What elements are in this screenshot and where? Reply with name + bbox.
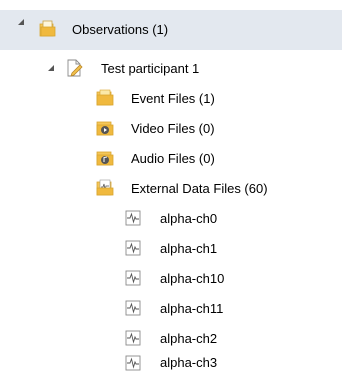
tree-node-data-file[interactable]: alpha-ch1 [0,233,342,263]
tree-node-data-file[interactable]: alpha-ch11 [0,293,342,323]
tree-node-participant[interactable]: Test participant 1 [0,53,342,83]
signal-file-icon [124,329,142,347]
tree-node-data-file[interactable]: alpha-ch0 [0,203,342,233]
tree-node-label: Video Files (0) [131,121,215,136]
audio-folder-icon [96,149,114,167]
signal-file-icon [124,209,142,227]
tree-node-event-files[interactable]: Event Files (1) [0,83,342,113]
signal-file-icon [124,299,142,317]
tree-node-label: alpha-ch0 [160,211,218,226]
tree-node-label: Event Files (1) [131,91,215,106]
collapse-triangle-icon[interactable] [17,18,25,26]
folder-icon [96,89,114,107]
tree-node-data-file[interactable]: alpha-ch10 [0,263,342,293]
tree-node-video-files[interactable]: Video Files (0) [0,113,342,143]
tree-node-label: alpha-ch2 [160,331,218,346]
tree-node-label: Observations (1) [72,22,169,37]
tree-node-label: Audio Files (0) [131,151,215,166]
tree-node-audio-files[interactable]: Audio Files (0) [0,143,342,173]
edit-document-icon [65,59,83,77]
observations-tree: Observations (1) Test participant 1 Even… [0,0,342,372]
signal-file-icon [124,239,142,257]
tree-node-observations[interactable]: Observations (1) [0,10,342,50]
tree-node-label: alpha-ch10 [160,271,225,286]
tree-node-label: alpha-ch11 [160,301,224,316]
signal-file-icon [124,269,142,287]
data-folder-icon [96,179,114,197]
tree-node-label: alpha-ch1 [160,241,218,256]
video-folder-icon [96,119,114,137]
signal-file-icon [124,354,142,372]
tree-node-label: Test participant 1 [101,61,200,76]
book-folder-icon [38,20,56,38]
tree-node-label: alpha-ch3 [160,355,218,370]
tree-node-external-data-files[interactable]: External Data Files (60) [0,173,342,203]
tree-node-label: External Data Files (60) [131,181,268,196]
collapse-triangle-icon[interactable] [47,64,55,72]
tree-node-data-file[interactable]: alpha-ch3 [0,349,342,372]
